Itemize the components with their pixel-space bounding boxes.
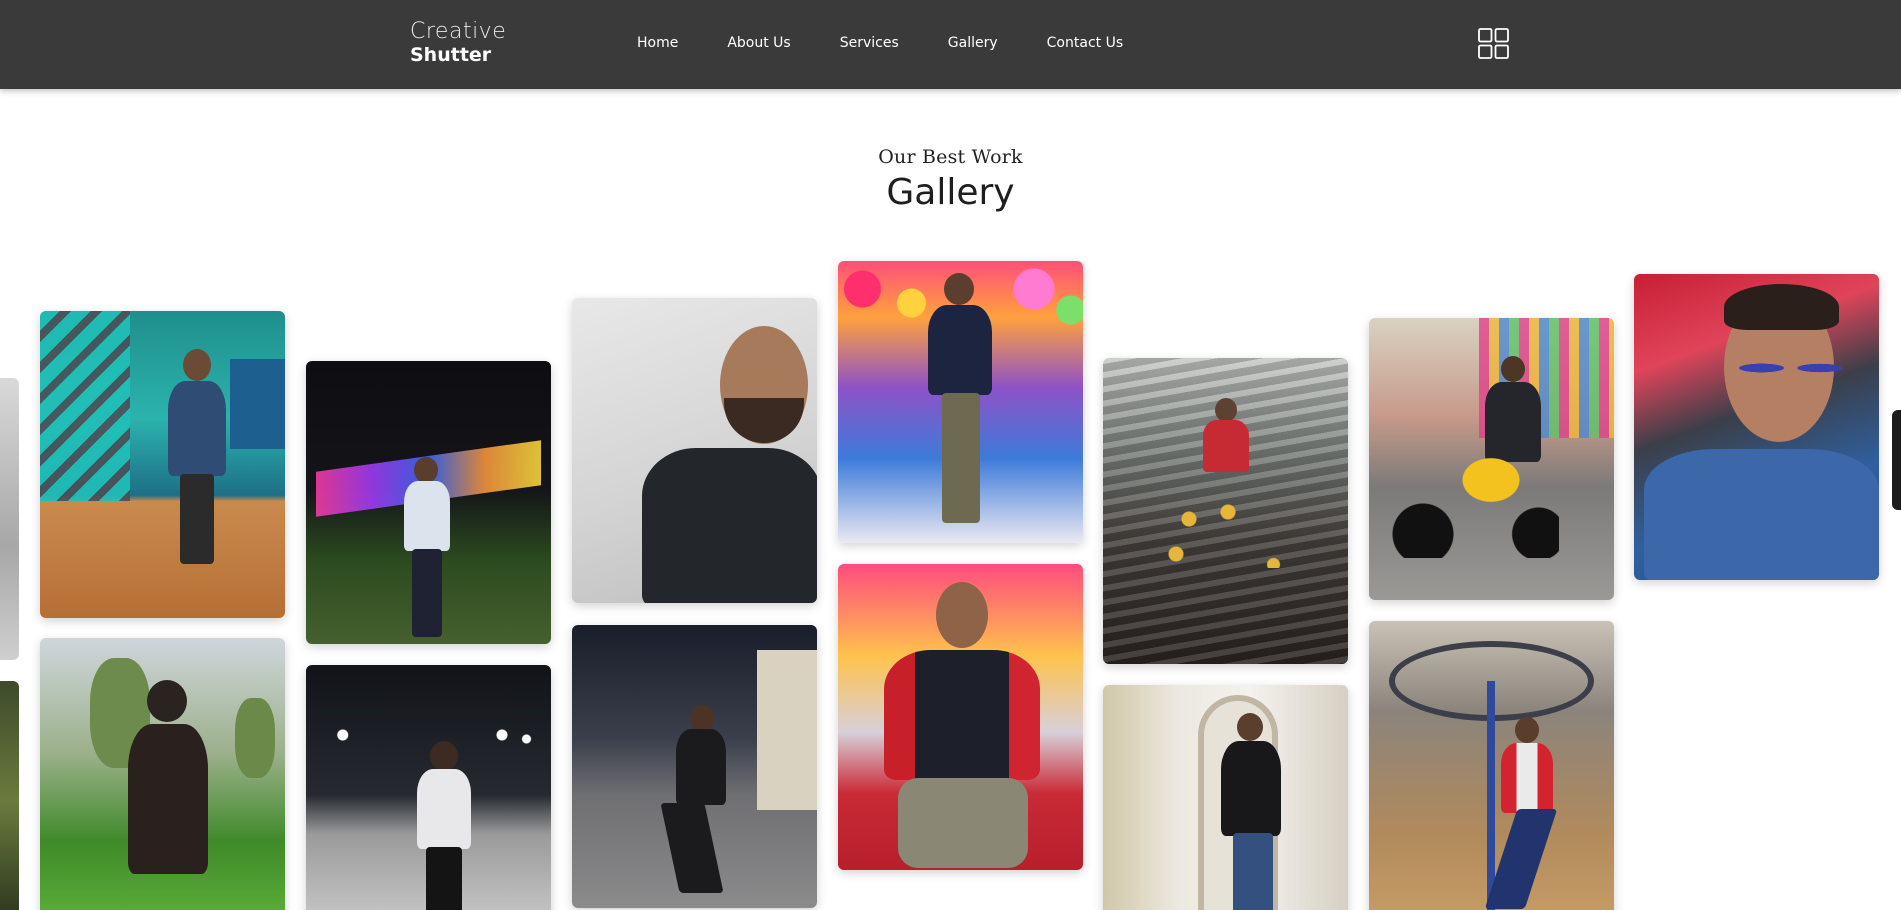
photo-person-legs (660, 803, 724, 893)
photo-person-body (928, 305, 992, 395)
photo-person-head (1501, 356, 1525, 382)
gallery-photo[interactable] (1634, 274, 1879, 580)
photo-person-body (128, 724, 208, 874)
gallery-photo[interactable] (306, 665, 551, 910)
main-nav: Home About Us Services Gallery Contact U… (637, 35, 1172, 51)
photo-candles (1163, 498, 1293, 568)
photo-person-head (690, 705, 714, 731)
photo-person-head (430, 741, 458, 771)
photo-person-head (183, 349, 211, 381)
photo-sign (230, 359, 285, 449)
photo-person-jacket (1644, 449, 1879, 580)
photo-person-body (417, 769, 471, 849)
gallery-photo[interactable] (572, 298, 817, 603)
photo-person-head (944, 273, 974, 305)
gallery-photo[interactable] (1103, 685, 1348, 910)
photo-person-legs (412, 549, 442, 637)
photo-person-jacket (642, 448, 817, 603)
gallery-photo[interactable] (838, 261, 1083, 543)
photo-sunglasses (1734, 352, 1844, 384)
photo-person-beard (724, 398, 804, 443)
photo-building (757, 650, 817, 810)
photo-person-body (1501, 743, 1553, 813)
gallery-photo[interactable] (40, 311, 285, 618)
grid-icon (1478, 28, 1509, 59)
gallery-photo-edge-top[interactable] (0, 378, 19, 660)
brand-name-line2: Shutter (410, 44, 492, 66)
photo-person-body (676, 729, 726, 805)
photo-person-hair (1724, 284, 1839, 330)
gallery-photo[interactable] (1369, 621, 1614, 910)
photo-person-legs (1484, 809, 1558, 909)
photo-tree (235, 698, 275, 778)
gallery-photo[interactable] (40, 638, 285, 910)
photo-person-head (414, 457, 438, 483)
gallery-photo[interactable] (306, 361, 551, 644)
gallery-photo[interactable] (1369, 318, 1614, 600)
brand-name-line1: Creative (410, 19, 507, 44)
photo-person-head (1215, 398, 1237, 422)
photo-person-legs (898, 778, 1028, 868)
top-navigation-bar: Creative Shutter Home About Us Services … (0, 0, 1901, 89)
photo-street-lamps (306, 725, 551, 745)
grid-menu-button[interactable] (1478, 28, 1509, 59)
brand-logo[interactable]: Creative Shutter (410, 21, 506, 65)
nav-link-gallery[interactable]: Gallery (948, 35, 998, 51)
gallery-photo[interactable] (572, 625, 817, 908)
gallery-photo-edge-bottom[interactable] (0, 681, 19, 910)
gallery-photo[interactable] (1103, 358, 1348, 664)
photo-person-head (936, 582, 988, 648)
photo-motorcycle (1389, 438, 1559, 558)
gallery-heading: Our Best Work Gallery (0, 146, 1901, 213)
gallery-photo[interactable] (838, 564, 1083, 870)
photo-mural-panel (40, 311, 130, 501)
nav-link-contact-us[interactable]: Contact Us (1047, 35, 1123, 51)
nav-link-services[interactable]: Services (840, 35, 899, 51)
nav-link-home[interactable]: Home (637, 35, 678, 51)
photo-person-head (1237, 713, 1263, 741)
photo-pole (1487, 681, 1495, 910)
photo-person-legs (426, 847, 462, 910)
photo-person-head (1515, 717, 1539, 743)
nav-link-about-us[interactable]: About Us (727, 35, 790, 51)
gallery-subtitle: Our Best Work (878, 146, 1023, 168)
gallery-title: Gallery (886, 172, 1015, 213)
gallery-photo-edge-right[interactable] (1892, 410, 1901, 510)
photo-person-body (1221, 741, 1281, 836)
photo-person-legs (1233, 833, 1273, 910)
photo-person-body (168, 381, 226, 476)
photo-person-body (404, 481, 450, 551)
photo-person-body (1203, 420, 1249, 472)
photo-person-legs (180, 474, 214, 564)
photo-person-legs (942, 393, 980, 523)
photo-person-jacket (884, 650, 1040, 780)
photo-person-head (147, 680, 187, 722)
page: Creative Shutter Home About Us Services … (0, 0, 1901, 910)
